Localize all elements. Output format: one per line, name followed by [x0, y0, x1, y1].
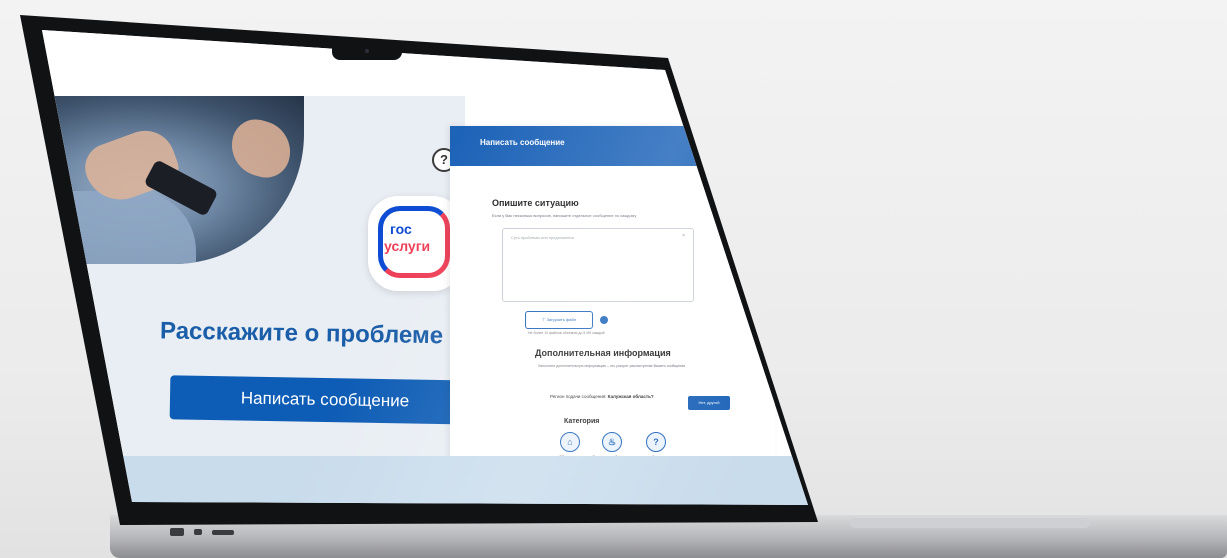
page-footer-band: [42, 456, 808, 505]
upload-hint: Не более 10 файлов объемом до 5 Мб кажды…: [528, 331, 605, 335]
usb-c-port-icon: [194, 529, 202, 535]
close-icon[interactable]: ✕: [752, 136, 763, 152]
education-icon: ⌂: [560, 432, 580, 452]
category-title: Категория: [564, 418, 600, 425]
logo-text-uslugi: услуги: [384, 238, 431, 254]
laptop-ports: [170, 528, 234, 536]
write-message-button[interactable]: Написать сообщение: [169, 375, 481, 425]
dialog-title: Написать сообщение: [480, 138, 565, 147]
dialog-header: Написать сообщение ✕: [450, 126, 775, 166]
page-title: Расскажите о проблеме: [159, 317, 444, 350]
magsafe-port-icon: [170, 528, 184, 536]
section-hint-situation: Если у Вас несколько вопросов, напишите …: [492, 213, 637, 218]
web-page: ? гос услуги Расскажите о проблеме Напис…: [42, 30, 808, 505]
upload-label: Загрузить файл: [546, 317, 577, 322]
section-title-additional: Дополнительная информация: [535, 348, 671, 358]
camera-notch: [332, 42, 402, 60]
laptop-trackpad-lip: [850, 518, 1090, 528]
laptop-scene: ? гос услуги Расскажите о проблеме Напис…: [0, 0, 1227, 558]
region-label: Регион подачи сообщения:: [550, 394, 607, 399]
problem-textarea[interactable]: Суть проблемы или предложения ×: [502, 228, 694, 302]
upload-file-button[interactable]: ⊤ Загрузить файл: [525, 311, 593, 329]
camera-icon: [365, 49, 369, 53]
section-hint-additional: Заполните дополнительную информацию – эт…: [538, 364, 685, 368]
section-title-situation: Опишите ситуацию: [492, 198, 579, 208]
region-value: Калужская область?: [607, 394, 654, 399]
question-icon: ?: [646, 432, 666, 452]
info-icon[interactable]: [600, 316, 608, 324]
message-dialog: Написать сообщение ✕ Опишите ситуацию Ес…: [450, 126, 775, 459]
thunderbolt-port-icon: [212, 529, 234, 535]
textarea-placeholder: Суть проблемы или предложения: [511, 235, 574, 240]
logo-text-gos: гос: [390, 221, 412, 237]
region-other-button[interactable]: Нет, другой: [688, 396, 730, 410]
page-top-area: [42, 30, 808, 96]
clear-icon[interactable]: ×: [682, 233, 685, 239]
screen-viewport: ? гос услуги Расскажите о проблеме Напис…: [42, 30, 808, 505]
photo-hand-right: [224, 114, 298, 183]
housing-icon: ♨: [602, 432, 622, 452]
gosuslugi-logo: гос услуги: [368, 196, 463, 291]
region-question: Регион подачи сообщения: Калужская облас…: [550, 394, 660, 400]
